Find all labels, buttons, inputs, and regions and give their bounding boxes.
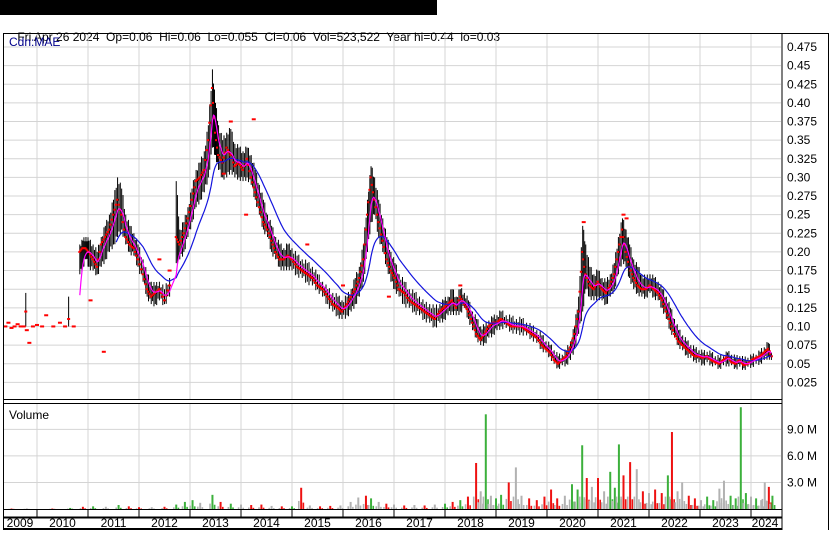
year-ticks: [36, 510, 752, 517]
price-axis-label: 0.375: [787, 115, 817, 129]
price-axis-label: 0.05: [787, 357, 811, 371]
stockwatch-historic-chart-window: Historic Chart for Cdn:MAE by Stockwatch…: [0, 0, 830, 543]
year-axis-label: 2012: [151, 516, 178, 530]
trade-dots: [3, 118, 629, 353]
year-axis-label: 2022: [661, 516, 688, 530]
year-axis-label: 2009: [7, 516, 34, 530]
price-axis-label: 0.25: [787, 208, 811, 222]
year-axis-label: 2023: [712, 516, 739, 530]
price-axis-label: 0.10: [787, 320, 811, 334]
volume-bars: [8, 407, 776, 509]
year-axis-label: 2014: [253, 516, 280, 530]
price-axis-label: 0.425: [787, 77, 817, 91]
year-axis-label: 2017: [406, 516, 433, 530]
year-axis-label: 2019: [508, 516, 535, 530]
volume-axis-label: 3.0 M: [787, 475, 817, 489]
price-axis-label: 0.075: [787, 338, 817, 352]
price-axis-label: 0.20: [787, 245, 811, 259]
price-axis-label: 0.325: [787, 152, 817, 166]
price-axis-label: 0.40: [787, 96, 811, 110]
year-axis-label: 2016: [355, 516, 382, 530]
price-bars: [24, 69, 773, 370]
volume-panel-title: Volume: [9, 408, 49, 422]
year-axis-label: 2021: [610, 516, 637, 530]
volume-axis-label: 6.0 M: [787, 449, 817, 463]
year-axis-label: 2010: [49, 516, 76, 530]
price-axis-label: 0.45: [787, 59, 811, 73]
volume-axis-label: 9.0 M: [787, 422, 817, 436]
chart-canvas: Cdn:MAE Volume 0.475 0.45 0.425 0.40 0.375 0.35…: [3, 33, 829, 530]
price-axis-label: 0.30: [787, 170, 811, 184]
quote-summary-line: Fri Apr 26 2024 Op=0.06 Hi=0.06 Lo=0.055…: [0, 15, 830, 44]
price-axis-label: 0.275: [787, 189, 817, 203]
price-axis-label: 0.225: [787, 226, 817, 240]
historic-chart: Cdn:MAE Volume 0.475 0.45 0.425 0.40 0.375 0.35…: [3, 33, 830, 530]
price-axis-label: 0.15: [787, 282, 811, 296]
price-axis-label: 0.175: [787, 264, 817, 278]
price-axis-label: 0.35: [787, 133, 811, 147]
title-bar: Historic Chart for Cdn:MAE by Stockwatch…: [0, 0, 437, 29]
price-axis-label: 0.125: [787, 301, 817, 315]
year-axis-label: 2024: [752, 516, 779, 530]
year-axis-label: 2011: [101, 516, 127, 530]
year-axis-label: 2018: [457, 516, 484, 530]
year-axis-label: 2015: [304, 516, 331, 530]
year-axis-label: 2013: [202, 516, 229, 530]
symbol-label: Cdn:MAE: [9, 35, 60, 49]
price-axis-label: 0.025: [787, 375, 817, 389]
price-axis-label: 0.475: [787, 40, 817, 54]
year-axis-label: 2020: [559, 516, 586, 530]
